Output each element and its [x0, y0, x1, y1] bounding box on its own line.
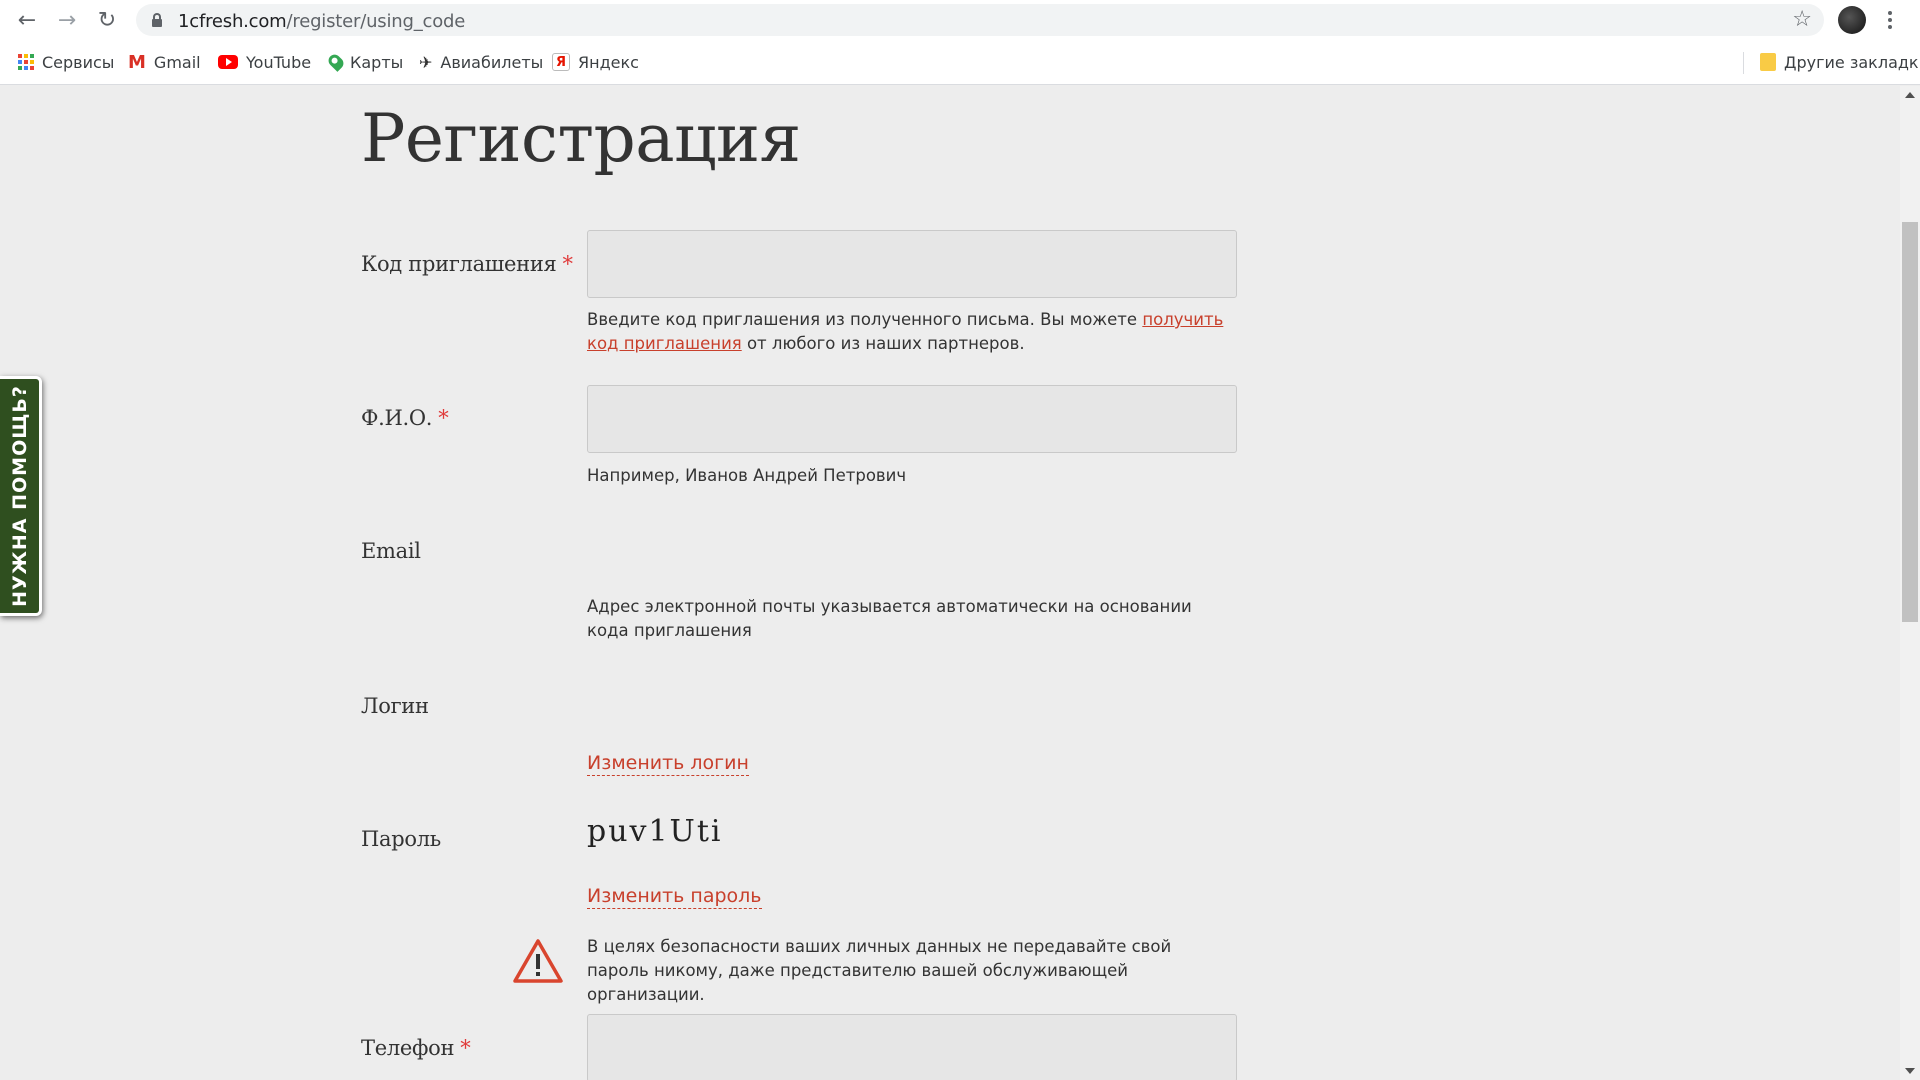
forward-arrow-icon[interactable]: → — [53, 6, 81, 34]
bookmarks-divider — [1743, 52, 1744, 74]
plane-icon: ✈ — [419, 52, 433, 72]
invite-code-input[interactable] — [587, 230, 1237, 298]
bookmark-yandex[interactable]: Я Яндекс — [552, 50, 639, 74]
full-name-hint: Например, Иванов Андрей Петрович — [587, 466, 907, 485]
scroll-down-icon[interactable] — [1905, 1068, 1915, 1074]
url-path: /register/using_code — [286, 11, 466, 32]
hint-text: Введите код приглашения из полученного п… — [587, 310, 1143, 329]
bookmark-flights[interactable]: ✈ Авиабилеты — [419, 50, 543, 74]
page-scrollbar[interactable] — [1900, 86, 1920, 1080]
required-mark: * — [562, 252, 574, 276]
bookmark-star-icon[interactable]: ☆ — [1792, 7, 1812, 32]
bookmark-label: Gmail — [153, 52, 201, 72]
lock-icon — [152, 13, 162, 27]
bookmark-label: Яндекс — [578, 52, 639, 72]
phone-label: Телефон * — [361, 1036, 471, 1060]
bookmark-gmail[interactable]: M Gmail — [128, 50, 201, 74]
bookmark-label: Карты — [350, 52, 404, 72]
maps-pin-icon — [326, 52, 346, 72]
page-title: Регистрация — [361, 100, 801, 177]
scroll-up-icon[interactable] — [1905, 92, 1915, 98]
generated-password: puv1Uti — [587, 814, 723, 849]
required-mark: * — [460, 1036, 471, 1060]
password-warning: В целях безопасности ваших личных данных… — [587, 937, 1172, 1004]
label-text: Телефон — [361, 1036, 455, 1060]
phone-input[interactable] — [587, 1014, 1237, 1080]
bookmark-services[interactable]: Сервисы — [18, 50, 114, 74]
bookmark-label: Сервисы — [42, 52, 115, 72]
gmail-icon: M — [128, 51, 146, 73]
address-bar[interactable]: 1cfresh.com/register/using_code ☆ — [136, 4, 1824, 36]
email-hint: Адрес электронной почты указывается авто… — [587, 597, 1192, 640]
folder-icon — [1760, 53, 1776, 71]
change-login-link[interactable]: Изменить логин — [587, 751, 749, 776]
browser-toolbar: ← → ↻ 1cfresh.com/register/using_code ☆ — [0, 0, 1920, 40]
login-label: Логин — [361, 694, 429, 718]
help-tab[interactable]: НУЖНА ПОМОЩЬ? — [0, 376, 42, 616]
hint-text: от любого из наших партнеров. — [741, 334, 1025, 353]
reload-icon[interactable]: ↻ — [93, 6, 121, 34]
change-password-link[interactable]: Изменить пароль — [587, 884, 762, 909]
youtube-icon — [218, 55, 238, 69]
full-name-input[interactable] — [587, 385, 1237, 453]
yandex-icon: Я — [552, 53, 570, 71]
bookmark-label: Другие закладки — [1784, 52, 1920, 72]
back-arrow-icon[interactable]: ← — [13, 6, 41, 34]
bookmark-label: Авиабилеты — [440, 52, 544, 72]
bookmark-maps[interactable]: Карты — [326, 50, 404, 74]
required-mark: * — [438, 406, 449, 430]
url-host: 1cfresh.com — [178, 11, 287, 32]
bookmark-youtube[interactable]: YouTube — [218, 50, 311, 74]
invite-code-label: Код приглашения * — [361, 252, 573, 276]
bookmarks-bar: Сервисы M Gmail YouTube Карты ✈ Авиабиле… — [0, 40, 1920, 85]
invite-code-hint: Введите код приглашения из полученного п… — [587, 308, 1227, 356]
bookmark-other[interactable]: Другие закладки — [1760, 50, 1920, 74]
apps-grid-icon — [18, 54, 34, 70]
page-content: НУЖНА ПОМОЩЬ? Регистрация Код приглашени… — [0, 86, 1900, 1080]
email-label: Email — [361, 539, 421, 563]
url-text[interactable]: 1cfresh.com/register/using_code — [178, 11, 465, 32]
password-label: Пароль — [361, 827, 441, 851]
full-name-label: Ф.И.О. * — [361, 406, 449, 430]
label-text: Ф.И.О. — [361, 406, 433, 430]
profile-avatar[interactable] — [1838, 6, 1866, 34]
warning-icon — [513, 939, 563, 983]
help-tab-label: НУЖНА ПОМОЩЬ? — [8, 385, 31, 607]
label-text: Код приглашения — [361, 252, 557, 276]
bookmark-label: YouTube — [246, 52, 312, 72]
scroll-thumb[interactable] — [1902, 222, 1918, 622]
browser-menu-icon[interactable] — [1882, 6, 1898, 34]
